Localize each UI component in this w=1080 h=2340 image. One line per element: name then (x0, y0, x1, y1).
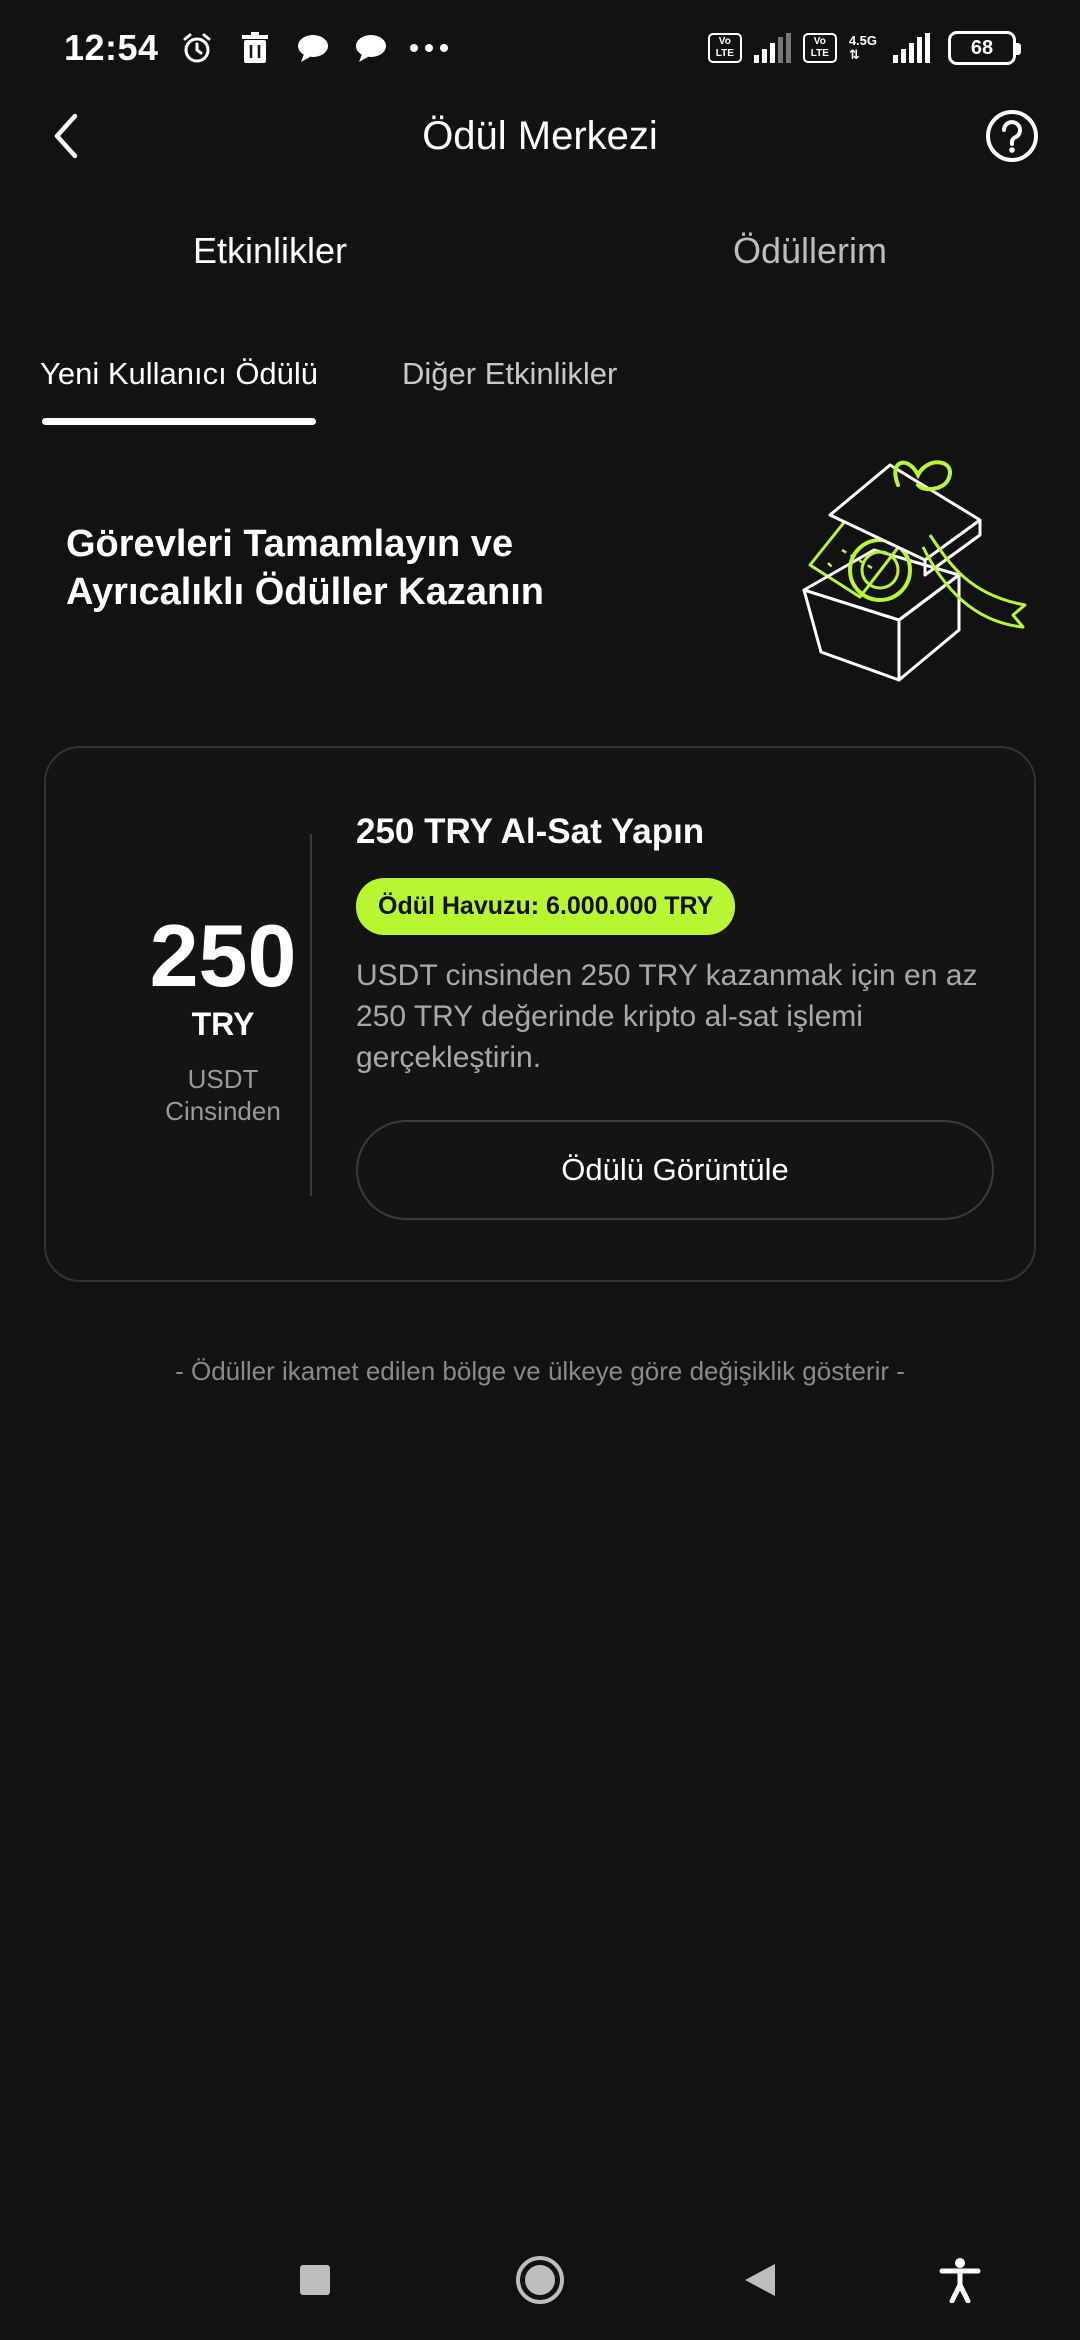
status-time: 12:54 (64, 27, 159, 68)
signal-strength-icon (893, 33, 930, 63)
card-divider (310, 834, 312, 1196)
chevron-left-icon (54, 113, 78, 159)
alarm-icon (177, 28, 217, 68)
volte-badge: Vo LTE (707, 33, 742, 63)
accessibility-button[interactable] (930, 2250, 990, 2310)
tab-etkinlikler[interactable]: Etkinlikler (0, 230, 540, 272)
recents-button[interactable] (285, 2250, 345, 2310)
hero-title: Görevleri Tamamlayın ve Ayrıcalıklı Ödül… (66, 523, 544, 613)
trash-icon (235, 28, 275, 68)
subtab-new-user-reward[interactable]: Yeni Kullanıcı Ödülü (40, 356, 318, 392)
back-button[interactable] (40, 110, 92, 162)
tab-odullerim[interactable]: Ödüllerim (540, 230, 1080, 272)
task-description: USDT cinsinden 250 TRY kazanmak için en … (356, 959, 978, 1074)
network-type: 4.5G ⇅ (848, 33, 877, 62)
amount-currency: TRY (191, 1006, 255, 1042)
sub-tabs: Yeni Kullanıcı Ödülü Diğer Etkinlikler (0, 356, 1080, 436)
reward-amount: 250 TRY USDT Cinsinden (78, 908, 368, 1127)
accessibility-icon (939, 2258, 981, 2303)
amount-number: 250 (149, 906, 297, 1005)
signal-strength-icon (753, 33, 791, 63)
triangle-back-icon (745, 2264, 775, 2296)
reward-pool-badge: Ödül Havuzu: 6.000.000 TRY (356, 878, 736, 935)
main-tabs: Etkinlikler Ödüllerim (0, 230, 1080, 300)
card-content: 250 TRY Al-Sat Yapın Ödül Havuzu: 6.000.… (356, 812, 996, 1220)
square-icon (300, 2265, 330, 2295)
more-dots-icon (409, 28, 449, 68)
battery-icon: 68 (948, 31, 1021, 65)
page-title: Ödül Merkezi (422, 113, 658, 158)
subtab-other-events[interactable]: Diğer Etkinlikler (402, 356, 617, 392)
volte-badge: Vo LTE (802, 33, 837, 63)
back-nav-button[interactable] (730, 2250, 790, 2310)
system-nav-bar (0, 2220, 1080, 2330)
home-button[interactable] (510, 2250, 570, 2310)
reward-card: 250 TRY USDT Cinsinden 250 TRY Al-Sat Ya… (44, 746, 1036, 1282)
chat-bubble-icon (351, 28, 391, 68)
status-bar: 12:54 Vo LTE Vo LTE 4.5G ⇅ 68 (0, 0, 1080, 96)
amount-subtitle: USDT Cinsinden (165, 1064, 281, 1126)
gift-box-icon (780, 455, 1030, 685)
view-reward-button[interactable]: Ödülü Görüntüle (356, 1120, 994, 1220)
help-button[interactable] (984, 108, 1040, 164)
footnote: - Ödüller ikamet edilen bölge ve ülkeye … (175, 1356, 905, 1386)
task-title: 250 TRY Al-Sat Yapın (356, 812, 705, 851)
battery-level: 68 (970, 36, 994, 59)
home-circle-icon (516, 2256, 564, 2304)
chat-bubble-icon (293, 28, 333, 68)
active-tab-indicator (42, 418, 316, 425)
header: Ödül Merkezi (0, 96, 1080, 176)
help-circle-icon (986, 110, 1038, 162)
